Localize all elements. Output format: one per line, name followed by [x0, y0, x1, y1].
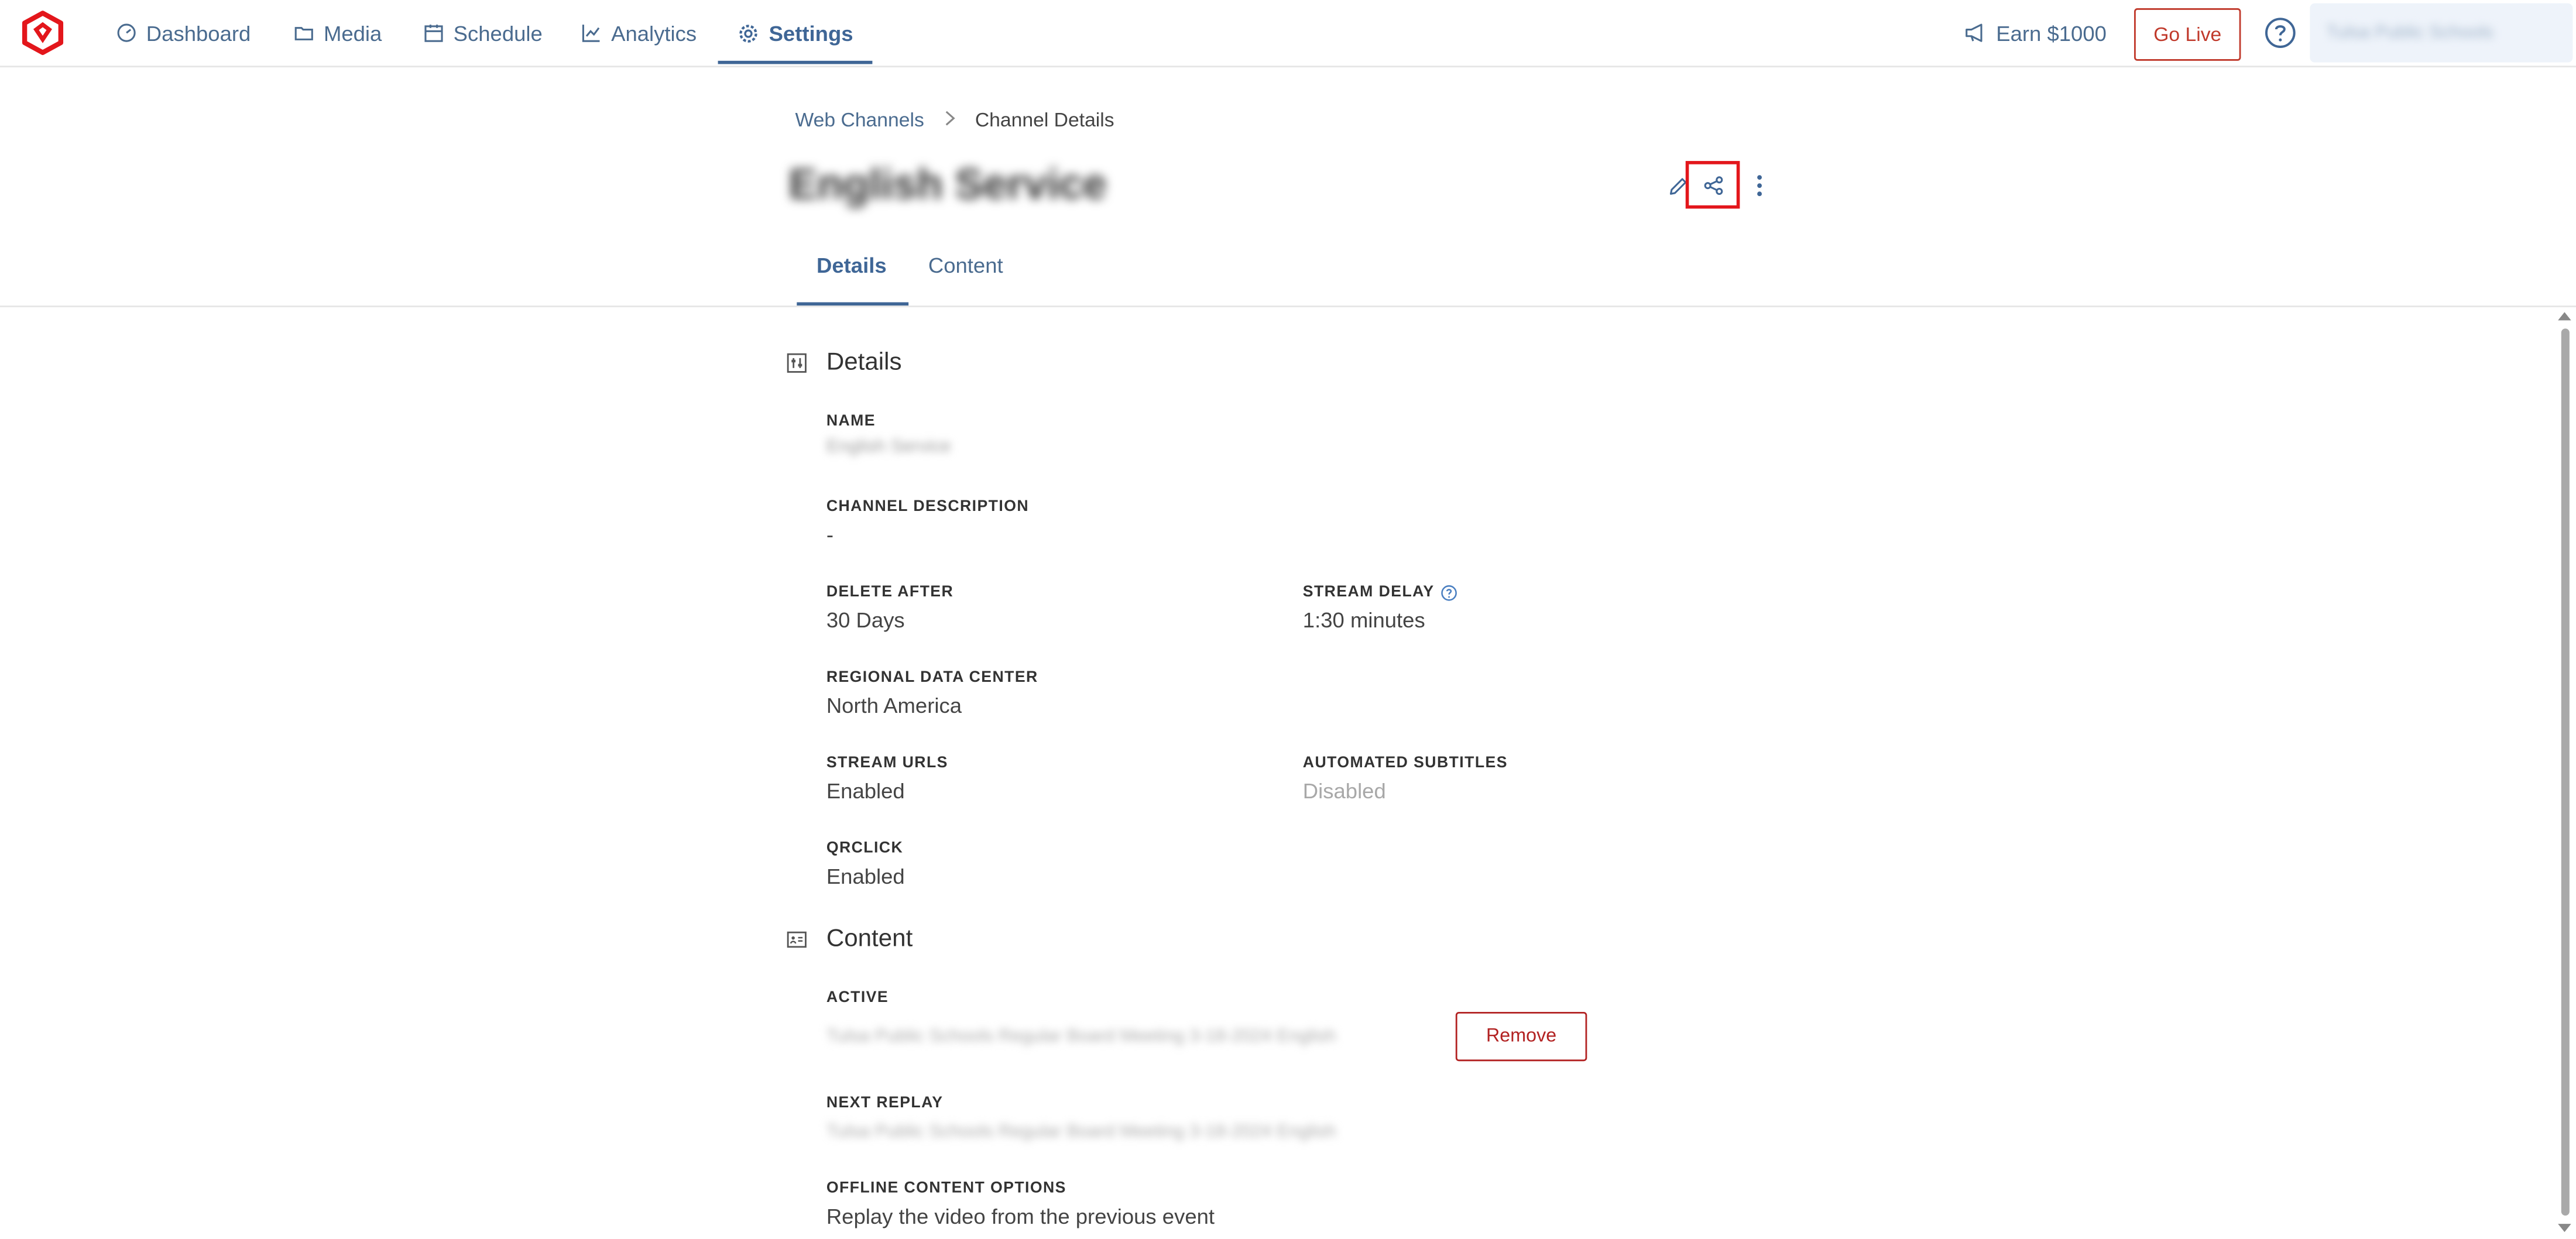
- qrclick-label: QRCLICK: [826, 839, 904, 858]
- next-replay-value: Tulsa Public Schools Regular Board Meeti…: [826, 1122, 1336, 1142]
- scroll-down-arrow-icon[interactable]: [2558, 1224, 2571, 1233]
- gauge-icon: [117, 23, 136, 42]
- nav-settings[interactable]: Settings: [738, 0, 853, 66]
- line-chart-icon: [582, 25, 600, 42]
- content-card-icon: [787, 931, 807, 948]
- gear-icon: [739, 23, 757, 42]
- scrollbar-thumb[interactable]: [2561, 328, 2570, 1216]
- tab-content[interactable]: Content: [928, 253, 1003, 277]
- nav-analytics-label: Analytics: [611, 20, 697, 46]
- nav-analytics[interactable]: Analytics: [582, 0, 697, 66]
- nav-dashboard[interactable]: Dashboard: [116, 0, 251, 66]
- nav-dashboard-label: Dashboard: [146, 20, 251, 46]
- tab-details[interactable]: Details: [817, 253, 887, 277]
- tabs-divider: [0, 306, 2576, 307]
- automated-subtitles-value: Disabled: [1302, 778, 1386, 804]
- calendar-icon: [424, 25, 443, 42]
- organization-name: Tulsa Public Schools: [2326, 23, 2493, 43]
- page-scrollbar[interactable]: [2556, 309, 2572, 1239]
- breadcrumb-web-channels[interactable]: Web Channels: [795, 108, 924, 131]
- active-content-value: Tulsa Public Schools Regular Board Meeti…: [826, 1027, 1336, 1046]
- nav-schedule[interactable]: Schedule: [424, 0, 543, 66]
- stream-delay-label: STREAM DELAY: [1303, 583, 1457, 601]
- organization-selector[interactable]: Tulsa Public Schools: [2310, 3, 2573, 63]
- share-button[interactable]: [1685, 161, 1740, 209]
- nav-schedule-label: Schedule: [453, 20, 543, 46]
- scroll-up-arrow-icon[interactable]: [2558, 312, 2571, 321]
- help-icon[interactable]: [2264, 16, 2297, 49]
- stream-delay-value: 1:30 minutes: [1302, 608, 1425, 633]
- breadcrumb-current: Channel Details: [975, 108, 1114, 132]
- page-title: English Service: [788, 159, 1107, 209]
- nav-media-label: Media: [323, 20, 382, 46]
- content-section-title: Content: [826, 925, 913, 953]
- earn-referral-link[interactable]: Earn $1000: [1965, 0, 2107, 66]
- regional-data-center-value: North America: [826, 693, 962, 718]
- name-label: NAME: [826, 412, 876, 431]
- offline-content-options-label: OFFLINE CONTENT OPTIONS: [826, 1179, 1066, 1198]
- chevron-right-icon: [944, 109, 956, 131]
- next-replay-label: NEXT REPLAY: [826, 1094, 944, 1113]
- go-live-button[interactable]: Go Live: [2134, 8, 2241, 61]
- stream-urls-label: STREAM URLS: [826, 754, 948, 773]
- channel-description-label: CHANNEL DESCRIPTION: [826, 497, 1030, 516]
- megaphone-icon: [1966, 23, 1982, 42]
- share-icon: [1703, 175, 1722, 194]
- earn-label: Earn $1000: [1996, 20, 2107, 46]
- nav-active-indicator: [718, 60, 873, 64]
- info-question-icon[interactable]: [1441, 584, 1457, 600]
- nav-settings-label: Settings: [769, 20, 853, 46]
- qrclick-value: Enabled: [826, 864, 905, 889]
- active-content-label: ACTIVE: [826, 989, 889, 1007]
- vertical-ellipsis-icon: [1757, 175, 1762, 197]
- delete-after-label: DELETE AFTER: [826, 583, 954, 602]
- nav-media[interactable]: Media: [294, 0, 382, 66]
- automated-subtitles-label: AUTOMATED SUBTITLES: [1302, 754, 1508, 773]
- sliders-icon: [787, 353, 807, 373]
- top-nav: Dashboard Media Schedule Analytics Setti…: [0, 0, 2576, 68]
- breadcrumb: Web Channels Channel Details: [795, 108, 1114, 131]
- delete-after-value: 30 Days: [826, 608, 905, 633]
- details-section-title: Details: [826, 348, 902, 376]
- channel-description-value: -: [826, 522, 834, 547]
- stream-urls-value: Enabled: [826, 778, 905, 804]
- folder-icon: [294, 27, 313, 40]
- pencil-icon: [1669, 177, 1686, 194]
- more-options-button[interactable]: [1738, 164, 1781, 207]
- offline-content-options-value: Replay the video from the previous event: [826, 1204, 1215, 1229]
- logo-icon[interactable]: [20, 10, 66, 56]
- stream-delay-label-text: STREAM DELAY: [1302, 583, 1435, 602]
- name-value: English Service: [826, 437, 951, 457]
- regional-data-center-label: REGIONAL DATA CENTER: [826, 668, 1038, 687]
- remove-button[interactable]: Remove: [1455, 1011, 1587, 1062]
